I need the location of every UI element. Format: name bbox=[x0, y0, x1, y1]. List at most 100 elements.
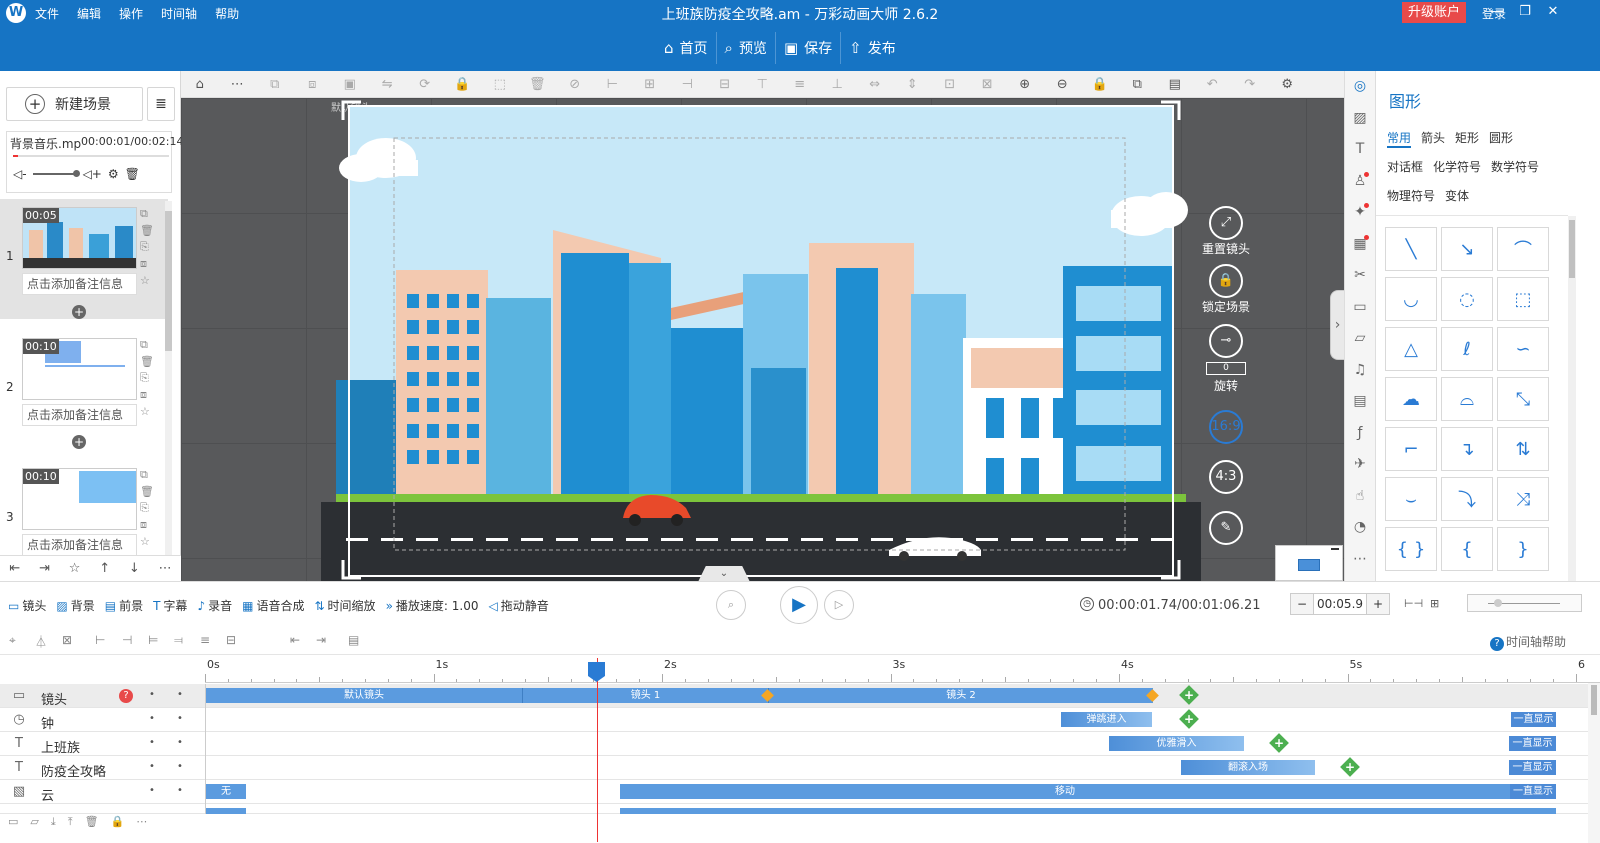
menu-edit[interactable]: 编辑 bbox=[68, 0, 110, 26]
ratio-16-9-button[interactable]: 16:9 bbox=[1196, 410, 1256, 444]
hand-icon[interactable]: ☝ bbox=[1345, 481, 1375, 513]
upgrade-account-button[interactable]: 升级账户 bbox=[1402, 2, 1467, 23]
link-icon[interactable]: ⊘ bbox=[556, 77, 594, 92]
lock-toggle[interactable]: • bbox=[177, 689, 183, 700]
expand-panel-icon[interactable]: › bbox=[1330, 290, 1344, 360]
track-cloud[interactable]: ▧ 云 • • 无 移动 一直显示 bbox=[0, 780, 1600, 804]
play-from-start-icon[interactable]: ▷ bbox=[824, 590, 854, 620]
delete-icon[interactable]: 🗑 bbox=[140, 355, 154, 368]
scene-item-2[interactable]: 2 00:10 点击添加备注信息 ⧉ 🗑 ⎘ ⧈ ☆ bbox=[0, 330, 168, 450]
export-icon[interactable]: ⎘ bbox=[140, 501, 154, 515]
clear-filter-icon[interactable]: ⊠ bbox=[62, 633, 72, 647]
redo-icon[interactable]: ↷ bbox=[1231, 77, 1269, 92]
lock-scene-button[interactable]: 🔒 锁定场景 bbox=[1196, 264, 1256, 315]
curve-arrow-shape-icon[interactable]: ⤵ bbox=[1441, 477, 1493, 521]
text-icon[interactable]: T bbox=[1345, 134, 1375, 166]
export-icon[interactable]: ⇥ bbox=[39, 561, 50, 576]
menu-file[interactable]: 文件 bbox=[0, 0, 68, 26]
minimize-icon[interactable] bbox=[1331, 548, 1339, 554]
dashed-arc-shape-icon[interactable]: ◡ bbox=[1385, 277, 1437, 321]
segment-always-show[interactable]: 一直显示 bbox=[1510, 784, 1556, 799]
lock-toggle[interactable]: • bbox=[177, 785, 183, 796]
align-right-icon[interactable]: ⊣ bbox=[122, 633, 132, 647]
spacing-icon[interactable]: ⊠ bbox=[969, 77, 1007, 92]
settings-icon[interactable]: ⚙ bbox=[1269, 77, 1307, 92]
rotate-value-input[interactable]: 0 bbox=[1206, 362, 1246, 375]
more-icon[interactable]: ⋯ bbox=[136, 815, 147, 829]
elbow-arrow-shape-icon[interactable]: ↴ bbox=[1441, 427, 1493, 471]
group-icon[interactable]: ⧉ bbox=[256, 77, 294, 92]
download-icon[interactable]: ⤓ bbox=[51, 815, 56, 829]
track-title-text[interactable]: T 防疫全攻略 • • 翻滚入场 一直显示 bbox=[0, 756, 1600, 780]
star-icon[interactable]: ☆ bbox=[140, 274, 154, 287]
curve-double-arrow-shape-icon[interactable]: ⤨ bbox=[1497, 477, 1549, 521]
zoom-out-icon[interactable]: ⊖ bbox=[1044, 77, 1082, 92]
export-icon[interactable]: ⎘ bbox=[140, 240, 154, 254]
folder-icon[interactable]: ▱ bbox=[1345, 323, 1375, 355]
menu-help[interactable]: 帮助 bbox=[206, 0, 248, 26]
volume-down-icon[interactable]: ◁- bbox=[13, 167, 27, 181]
fit-width-icon[interactable]: ⊢⊣ bbox=[1404, 597, 1423, 610]
undo-icon[interactable]: ↶ bbox=[1194, 77, 1232, 92]
help-icon[interactable]: ? bbox=[119, 689, 133, 703]
same-width-icon[interactable]: ⇔ bbox=[856, 77, 894, 92]
properties-icon[interactable]: ▤ bbox=[348, 633, 359, 647]
delete-icon[interactable]: 🗑 bbox=[85, 815, 99, 829]
crop-icon[interactable]: ⬚ bbox=[481, 77, 519, 92]
add-scene-icon[interactable]: + bbox=[72, 305, 86, 319]
tts-button[interactable]: ▦ 语音合成 bbox=[242, 597, 304, 614]
star-icon[interactable]: ☆ bbox=[140, 535, 154, 548]
publish-button[interactable]: ⇧ 发布 bbox=[841, 32, 904, 64]
category-arrow[interactable]: 箭头 bbox=[1421, 129, 1445, 146]
record-button[interactable]: ♪ 录音 bbox=[197, 597, 232, 614]
time-ruler[interactable]: 0s 1s 2s 3s 4s 5s 6 bbox=[205, 655, 1600, 683]
stack-icon[interactable]: ⊟ bbox=[226, 633, 236, 647]
category-rect[interactable]: 矩形 bbox=[1455, 129, 1479, 146]
layer-icon[interactable]: ▣ bbox=[331, 77, 369, 92]
curve-shape-icon[interactable]: ⌣ bbox=[1385, 477, 1437, 521]
plane-icon[interactable]: ✈ bbox=[1345, 449, 1375, 481]
move-up-icon[interactable]: ↑ bbox=[99, 561, 110, 576]
category-common[interactable]: 常用 bbox=[1387, 129, 1411, 146]
add-scene-icon[interactable]: + bbox=[72, 435, 86, 449]
star-icon[interactable]: ☆ bbox=[69, 561, 81, 576]
segment-move[interactable]: 移动 bbox=[620, 784, 1510, 799]
lock-icon[interactable]: 🔒 bbox=[111, 815, 125, 829]
scene-item-1[interactable]: 1 00:05 点击添加备注信息 ⧉ 🗑 ⎘ ⧈ ☆ bbox=[0, 199, 168, 319]
brace-pair-shape-icon[interactable]: { } bbox=[1385, 527, 1437, 571]
star-icon[interactable]: ☆ bbox=[140, 405, 154, 418]
collapse-timeline-button[interactable]: ⌄ bbox=[698, 566, 750, 582]
minimize-icon[interactable]: — bbox=[1486, 2, 1508, 22]
double-arrow-shape-icon[interactable]: ⤡ bbox=[1497, 377, 1549, 421]
category-math[interactable]: 数学符号 bbox=[1491, 158, 1539, 175]
lock-toggle[interactable]: • bbox=[177, 737, 183, 748]
formula-icon[interactable]: ƒ bbox=[1345, 418, 1375, 450]
align-start-icon[interactable]: ⊨ bbox=[148, 633, 158, 647]
category-variant[interactable]: 变体 bbox=[1445, 187, 1469, 204]
distribute-icon[interactable]: ≡ bbox=[200, 633, 210, 647]
scene-image-icon[interactable]: ▦ bbox=[1345, 229, 1375, 261]
rotate-icon[interactable]: ⟳ bbox=[406, 77, 444, 92]
distribute-icon[interactable]: ⊟ bbox=[706, 77, 744, 92]
camera-icon[interactable]: ▭ bbox=[8, 815, 18, 829]
visibility-toggle[interactable]: • bbox=[149, 761, 155, 772]
move-right-icon[interactable]: ⇥ bbox=[316, 633, 326, 647]
scene-thumbnail[interactable]: 00:05 bbox=[22, 207, 137, 269]
scene-canvas[interactable]: 默认镜头 bbox=[181, 98, 1344, 581]
timeline-help-link[interactable]: ? 时间轴帮助 bbox=[1490, 633, 1566, 651]
copy-icon[interactable]: ⧉ bbox=[140, 207, 154, 221]
align-end-icon[interactable]: ⫤ bbox=[174, 633, 183, 648]
scene-thumbnail[interactable]: 00:10 bbox=[22, 338, 137, 400]
play-button[interactable]: ▶ bbox=[780, 586, 818, 624]
character-icon[interactable]: ♙ bbox=[1345, 166, 1375, 198]
scene-thumbnail[interactable]: 00:10 bbox=[22, 468, 137, 530]
settings-icon[interactable]: ⚙ bbox=[108, 167, 119, 181]
scene-note[interactable]: 点击添加备注信息 bbox=[22, 534, 137, 556]
category-dialog[interactable]: 对话框 bbox=[1387, 158, 1423, 175]
foreground-button[interactable]: ▤ 前景 bbox=[105, 597, 143, 614]
copy-icon[interactable]: ⧉ bbox=[140, 338, 154, 352]
music-progress-bar[interactable] bbox=[13, 155, 169, 157]
category-physics[interactable]: 物理符号 bbox=[1387, 187, 1435, 204]
same-height-icon[interactable]: ⇕ bbox=[894, 77, 932, 92]
copy-icon[interactable]: ⧉ bbox=[140, 468, 154, 482]
